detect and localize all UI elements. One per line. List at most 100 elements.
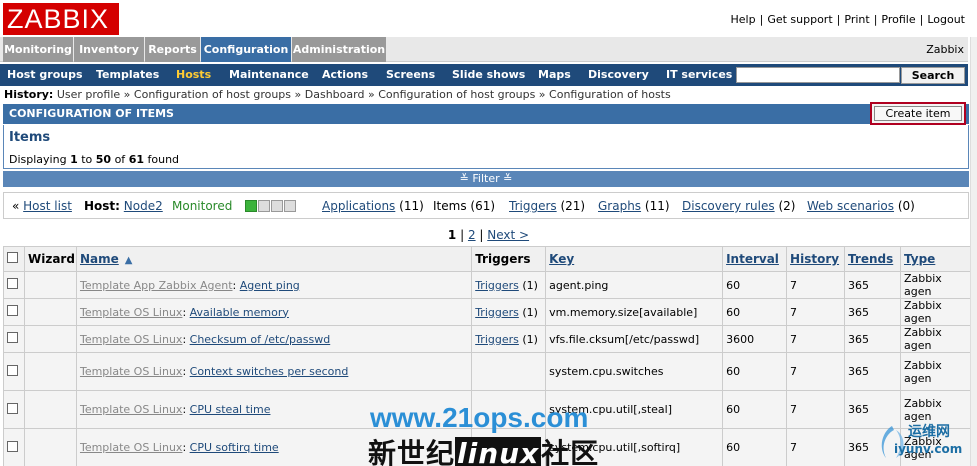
- wizard-cell: [23, 390, 77, 429]
- watermark-url: www.21ops.com: [370, 402, 589, 433]
- host-label: Host:: [84, 199, 120, 213]
- item-triggers-link[interactable]: Triggers: [475, 306, 519, 319]
- host-navigation-bar: « Host list Host: Node2 Monitored Applic…: [3, 192, 969, 219]
- page-scrollbar[interactable]: [970, 37, 977, 466]
- submenu-host-groups[interactable]: Host groups: [7, 64, 83, 86]
- item-history: 7: [786, 271, 846, 299]
- template-link[interactable]: Template OS Linux: [80, 333, 182, 346]
- history-label: History:: [4, 88, 54, 101]
- item-history: 7: [786, 325, 846, 353]
- get-support-link[interactable]: Get support: [767, 13, 832, 26]
- table-row: Template App Zabbix Agent: Agent ping Tr…: [3, 271, 971, 299]
- item-name-link[interactable]: Agent ping: [240, 279, 300, 292]
- tab-monitoring[interactable]: Monitoring: [3, 37, 73, 62]
- row-checkbox[interactable]: [7, 305, 18, 316]
- template-link[interactable]: Template OS Linux: [80, 441, 182, 454]
- tab-inventory[interactable]: Inventory: [74, 37, 144, 62]
- item-triggers-link[interactable]: Triggers: [475, 333, 519, 346]
- item-interval: 3600: [722, 325, 788, 353]
- history-crumb-hosts[interactable]: Configuration of hosts: [549, 88, 671, 101]
- pagination: 1 | 2 | Next >: [447, 228, 530, 242]
- availability-icons: [245, 200, 297, 226]
- item-name-link[interactable]: CPU softirq time: [190, 441, 279, 454]
- section-title: CONFIGURATION OF ITEMS: [3, 104, 969, 124]
- col-name[interactable]: Name: [80, 252, 119, 266]
- history-crumb-user-profile[interactable]: User profile: [57, 88, 120, 101]
- host-status[interactable]: Monitored: [172, 193, 232, 219]
- template-link[interactable]: Template OS Linux: [80, 403, 182, 416]
- col-history[interactable]: History: [790, 252, 839, 266]
- create-item-button[interactable]: Create item: [874, 106, 962, 121]
- graphs-link[interactable]: Graphs: [598, 199, 641, 213]
- ipmi-availability-icon: [284, 200, 296, 212]
- col-type[interactable]: Type: [904, 252, 935, 266]
- template-link[interactable]: Template OS Linux: [80, 306, 182, 319]
- submenu-discovery[interactable]: Discovery: [588, 64, 649, 86]
- submenu-slide-shows[interactable]: Slide shows: [452, 64, 525, 86]
- wizard-cell: [23, 271, 77, 299]
- profile-link[interactable]: Profile: [881, 13, 915, 26]
- row-checkbox[interactable]: [7, 440, 18, 452]
- submenu-maintenance[interactable]: Maintenance: [229, 64, 309, 86]
- filter-toggle[interactable]: ≚ Filter ≚: [3, 171, 969, 187]
- header: ZABBIX Help | Get support | Print | Profile | Lo…: [0, 0, 977, 36]
- search-button[interactable]: Search: [901, 67, 965, 84]
- item-type: Zabbix agen: [900, 325, 971, 353]
- history-crumb-host-groups-2[interactable]: Configuration of host groups: [378, 88, 535, 101]
- search-input[interactable]: [736, 67, 900, 83]
- applications-link[interactable]: Applications: [322, 199, 395, 213]
- col-interval[interactable]: Interval: [726, 252, 779, 266]
- submenu-maps[interactable]: Maps: [538, 64, 571, 86]
- host-list-link[interactable]: Host list: [23, 199, 72, 213]
- row-checkbox[interactable]: [7, 402, 18, 414]
- row-checkbox[interactable]: [7, 364, 18, 376]
- item-interval: 60: [722, 390, 788, 429]
- items-current: Items (61): [433, 199, 496, 213]
- zabbix-logo[interactable]: ZABBIX: [3, 3, 119, 35]
- help-link[interactable]: Help: [731, 13, 756, 26]
- watermark-iyunv: 运维网 iyunv.com: [872, 418, 972, 464]
- top-links: Help | Get support | Print | Profile | Logout: [730, 13, 965, 26]
- wizard-cell: [23, 298, 77, 326]
- submenu-actions[interactable]: Actions: [322, 64, 368, 86]
- item-triggers-link[interactable]: Triggers: [475, 279, 519, 292]
- item-interval: 60: [722, 428, 788, 466]
- table-row: Template OS Linux: Checksum of /etc/pass…: [3, 325, 971, 353]
- template-link[interactable]: Template OS Linux: [80, 365, 182, 378]
- submenu-templates[interactable]: Templates: [96, 64, 159, 86]
- logout-link[interactable]: Logout: [927, 13, 965, 26]
- item-name-link[interactable]: CPU steal time: [190, 403, 271, 416]
- item-name-link[interactable]: Checksum of /etc/passwd: [190, 333, 331, 346]
- history-crumb-dashboard[interactable]: Dashboard: [305, 88, 365, 101]
- history-crumb-host-groups[interactable]: Configuration of host groups: [134, 88, 291, 101]
- col-trends[interactable]: Trends: [848, 252, 893, 266]
- item-interval: 60: [722, 271, 788, 299]
- next-page-link[interactable]: Next >: [487, 228, 529, 242]
- items-title: Items: [9, 130, 51, 145]
- tab-reports[interactable]: Reports: [145, 37, 200, 62]
- select-all-checkbox[interactable]: [7, 252, 18, 263]
- row-checkbox[interactable]: [7, 332, 18, 343]
- host-name-link[interactable]: Node2: [124, 199, 163, 213]
- item-trends: 365: [844, 271, 901, 299]
- displaying-count: Displaying 1 to 50 of 61 found: [9, 153, 180, 166]
- col-key[interactable]: Key: [549, 252, 574, 266]
- submenu-screens[interactable]: Screens: [386, 64, 435, 86]
- page-2-link[interactable]: 2: [468, 228, 476, 242]
- triggers-link[interactable]: Triggers: [509, 199, 557, 213]
- item-name-link[interactable]: Available memory: [190, 306, 289, 319]
- row-checkbox[interactable]: [7, 278, 18, 289]
- item-trends: 365: [844, 352, 901, 391]
- submenu-hosts[interactable]: Hosts: [176, 64, 211, 86]
- print-link[interactable]: Print: [844, 13, 869, 26]
- item-trends: 365: [844, 298, 901, 326]
- tab-administration[interactable]: Administration: [292, 37, 386, 62]
- host-list-breadcrumb: « Host list: [12, 199, 72, 213]
- submenu-it-services[interactable]: IT services: [666, 64, 732, 86]
- tab-configuration[interactable]: Configuration: [201, 37, 291, 62]
- web-scenarios-link[interactable]: Web scenarios: [807, 199, 894, 213]
- item-name-link[interactable]: Context switches per second: [190, 365, 349, 378]
- item-triggers-empty: [471, 352, 547, 391]
- template-link[interactable]: Template App Zabbix Agent: [80, 279, 233, 292]
- discovery-rules-link[interactable]: Discovery rules: [682, 199, 775, 213]
